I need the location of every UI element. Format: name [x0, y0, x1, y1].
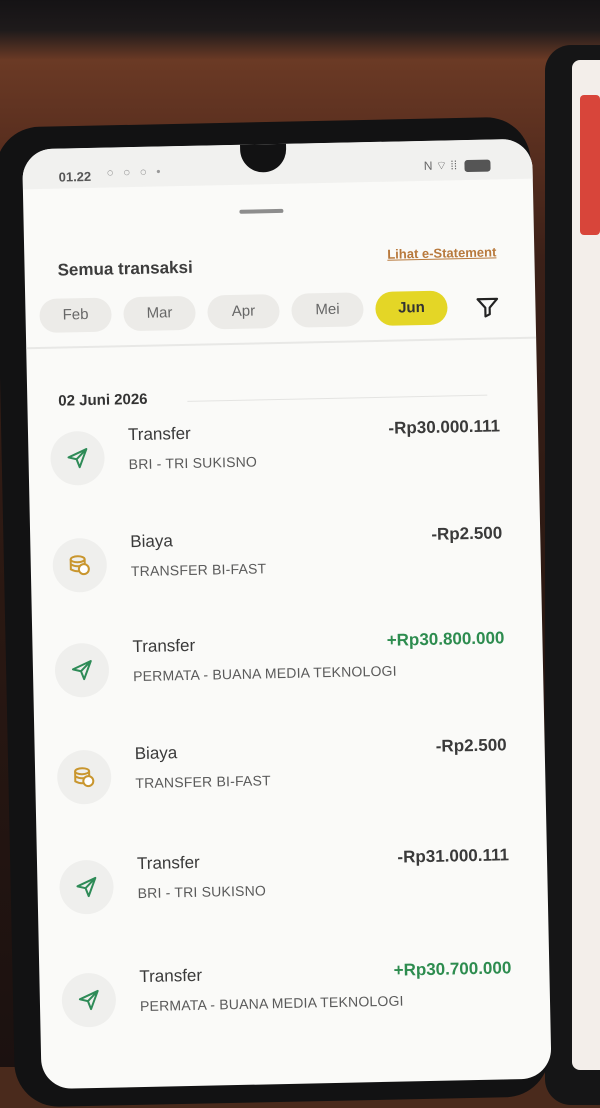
transaction-subtitle: PERMATA - BUANA MEDIA TEKNOLOGI	[139, 992, 404, 1015]
second-phone-red-element	[580, 95, 600, 235]
transaction-amount: -Rp2.500	[431, 523, 503, 544]
phone-screen: 01.22 ○ ○ ○ • N ⌔ ⁞⁞ Semua transaksi Lih…	[22, 138, 552, 1090]
date-divider	[187, 394, 488, 402]
transaction-icon	[49, 430, 106, 486]
transaction-row[interactable]: Transfer BRI - TRI SUKISNO -Rp31.000.111	[58, 845, 510, 930]
transaction-title: Transfer	[139, 965, 203, 987]
transaction-icon	[52, 537, 108, 593]
transaction-amount: -Rp30.000.111	[388, 416, 501, 438]
month-tab-feb[interactable]: Feb	[39, 297, 112, 334]
transaction-title: Transfer	[132, 635, 196, 657]
transaction-subtitle: BRI - TRI SUKISNO	[128, 453, 258, 473]
camera-notch	[239, 138, 287, 173]
transaction-subtitle: PERMATA - BUANA MEDIA TEKNOLOGI	[132, 662, 397, 685]
notification-dots: ○ ○ ○ •	[106, 164, 164, 180]
transaction-subtitle: TRANSFER BI-FAST	[130, 560, 267, 580]
paper-plane-icon	[67, 448, 88, 469]
transaction-subtitle: TRANSFER BI-FAST	[135, 772, 271, 792]
transaction-icon	[58, 859, 115, 915]
transaction-amount: +Rp30.700.000	[393, 958, 512, 980]
page-title: Semua transaksi	[57, 257, 193, 280]
transaction-row[interactable]: Transfer PERMATA - BUANA MEDIA TEKNOLOGI +…	[61, 958, 512, 1043]
transaction-amount: +Rp30.800.000	[386, 628, 505, 650]
transaction-title: Biaya	[130, 531, 174, 552]
transaction-row[interactable]: Biaya TRANSFER BI-FAST -Rp2.500	[56, 735, 508, 820]
month-tab-apr[interactable]: Apr	[207, 293, 280, 330]
transaction-row[interactable]: Biaya TRANSFER BI-FAST -Rp2.500	[52, 523, 503, 608]
transaction-icon	[61, 972, 117, 1028]
estatement-link[interactable]: Lihat e-Statement	[387, 244, 496, 261]
paper-plane-icon	[71, 660, 92, 681]
transaction-icon	[54, 642, 110, 698]
sheet-drag-handle[interactable]	[239, 208, 284, 214]
paper-plane-icon	[76, 876, 97, 898]
transaction-subtitle: BRI - TRI SUKISNO	[137, 882, 267, 902]
transaction-icon	[56, 749, 112, 805]
transaction-row[interactable]: Transfer PERMATA - BUANA MEDIA TEKNOLOGI +…	[54, 628, 505, 713]
filter-icon[interactable]	[474, 293, 501, 320]
battery-icon	[464, 159, 491, 172]
paper-plane-icon	[78, 989, 99, 1011]
divider	[26, 336, 537, 350]
status-time: 01.22	[58, 168, 92, 185]
transaction-title: Transfer	[127, 423, 191, 445]
status-right-icons: N ⌔ ⁞⁞	[424, 158, 491, 174]
transaction-title: Biaya	[134, 743, 178, 764]
coins-icon	[69, 555, 90, 576]
coins-icon	[74, 767, 95, 788]
transaction-amount: -Rp31.000.111	[397, 845, 510, 867]
month-tab-mar[interactable]: Mar	[123, 295, 196, 332]
transaction-amount: -Rp2.500	[435, 735, 507, 756]
month-filter-bar: Feb Mar Apr Mei Jun	[39, 283, 500, 337]
transaction-title: Transfer	[136, 852, 200, 874]
date-group-header: 02 Juni 2026	[58, 390, 148, 410]
signal-icons: N ⌔ ⁞⁞	[423, 158, 458, 173]
month-tab-mei[interactable]: Mei	[291, 292, 364, 328]
transaction-row[interactable]: Transfer BRI - TRI SUKISNO -Rp30.000.111	[49, 416, 501, 501]
month-tab-jun[interactable]: Jun	[375, 290, 448, 326]
